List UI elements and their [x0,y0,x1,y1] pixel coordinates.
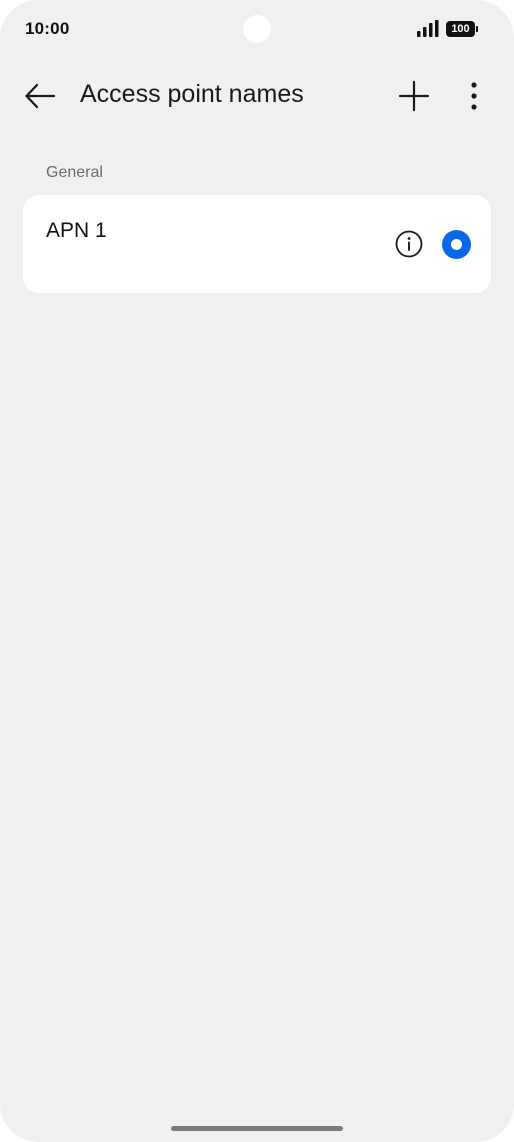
home-indicator[interactable] [171,1126,343,1131]
phone-screen: 10:00 100 Access point names General APN… [0,0,514,1142]
add-apn-button[interactable] [394,76,434,116]
plus-icon [398,80,430,112]
more-vertical-icon [471,82,477,110]
back-button[interactable] [20,78,60,114]
status-bar: 10:00 100 [0,0,514,60]
radio-selected-icon [451,239,462,250]
info-icon [395,230,423,258]
battery-icon: 100 [446,21,479,38]
camera-cutout [243,15,271,43]
apn-select-radio[interactable] [442,230,471,259]
status-time: 10:00 [25,19,70,38]
battery-tip [476,26,478,32]
back-arrow-icon [25,83,56,109]
apn-list-item[interactable]: APN 1 [23,195,491,293]
more-options-button[interactable] [458,76,490,116]
battery-level: 100 [446,21,475,37]
page-title: Access point names [80,80,304,108]
apn-name: APN 1 [46,219,107,242]
signal-icon [417,20,439,37]
section-header-general: General [46,164,103,181]
app-bar: Access point names [0,66,514,126]
apn-info-button[interactable] [394,229,424,259]
